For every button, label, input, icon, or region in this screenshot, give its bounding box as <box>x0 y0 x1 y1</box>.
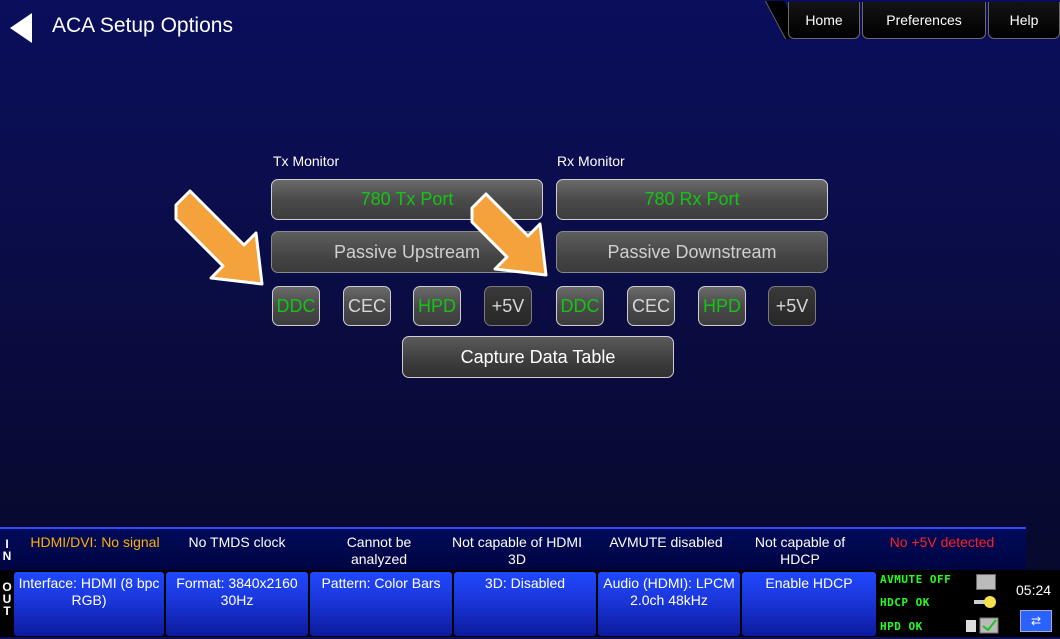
tmds-status: No TMDS clock <box>188 534 286 550</box>
key-icon <box>974 594 998 610</box>
title-bar: ACA Setup Options Home Preferences Help <box>0 0 1060 56</box>
passive-downstream-button[interactable]: Passive Downstream <box>556 231 828 273</box>
hdcp-capability-status: Not capable of HDCP <box>754 534 846 567</box>
rx-monitor-label: Rx Monitor <box>557 153 625 169</box>
hdmi-signal-status: HDMI/DVI: No signal <box>30 534 160 550</box>
swap-icon[interactable]: ⇄ <box>1020 610 1052 632</box>
passive-upstream-button[interactable]: Passive Upstream <box>271 231 543 273</box>
output-letter-u: U <box>2 592 12 606</box>
input-status-bar: I N HDMI/DVI: No signal No TMDS clock Ca… <box>0 527 1026 571</box>
clock: 05:24 <box>1016 582 1052 598</box>
tx-ddc-button[interactable]: DDC <box>272 286 320 326</box>
3d-button[interactable]: 3D: Disabled <box>454 572 596 636</box>
avmute-status: AVMUTE disabled <box>609 534 723 550</box>
analysis-status: Cannot be analyzed <box>346 534 412 567</box>
back-arrow-icon[interactable] <box>10 13 32 43</box>
tx-5v-button[interactable]: +5V <box>484 286 532 326</box>
rx-ddc-button[interactable]: DDC <box>556 286 604 326</box>
hpd-check-icon <box>966 616 1000 634</box>
interface-button[interactable]: Interface: HDMI (8 bpc RGB) <box>14 572 164 636</box>
hpd-ok-indicator: HPD OK <box>880 620 923 633</box>
tx-hpd-button[interactable]: HPD <box>413 286 461 326</box>
tx-cec-button[interactable]: CEC <box>343 286 391 326</box>
tx-monitor-label: Tx Monitor <box>273 153 340 169</box>
help-tab[interactable]: Help <box>988 2 1060 39</box>
input-letter-n: N <box>2 549 12 563</box>
avmute-off-indicator: AVMUTE OFF <box>880 573 952 586</box>
capture-data-table-button[interactable]: Capture Data Table <box>402 336 674 378</box>
monitor-icon <box>976 574 996 590</box>
rx-5v-button[interactable]: +5V <box>768 286 816 326</box>
enable-hdcp-button[interactable]: Enable HDCP <box>742 572 876 636</box>
audio-button[interactable]: Audio (HDMI): LPCM 2.0ch 48kHz <box>598 572 740 636</box>
rx-cec-button[interactable]: CEC <box>627 286 675 326</box>
home-tab[interactable]: Home <box>788 2 860 39</box>
rx-hpd-button[interactable]: HPD <box>698 286 746 326</box>
5v-status: No +5V detected <box>889 534 995 550</box>
top-nav: Home Preferences Help <box>770 0 1060 40</box>
arrow-icon <box>174 189 264 286</box>
preferences-tab[interactable]: Preferences <box>862 2 986 39</box>
input-letter-i: I <box>5 537 9 551</box>
rx-port-button[interactable]: 780 Rx Port <box>556 179 828 220</box>
format-button[interactable]: Format: 3840x2160 30Hz <box>166 572 308 636</box>
hdcp-ok-indicator: HDCP OK <box>880 596 930 609</box>
tx-port-button[interactable]: 780 Tx Port <box>271 179 543 220</box>
output-letter-t: T <box>3 604 11 618</box>
output-status-indicators: AVMUTE OFF HDCP OK HPD OK <box>878 572 1006 636</box>
pattern-button[interactable]: Pattern: Color Bars <box>310 572 452 636</box>
hdmi3d-status: Not capable of HDMI 3D <box>452 534 582 567</box>
page-title: ACA Setup Options <box>52 14 233 37</box>
output-letter-o: O <box>2 580 12 594</box>
